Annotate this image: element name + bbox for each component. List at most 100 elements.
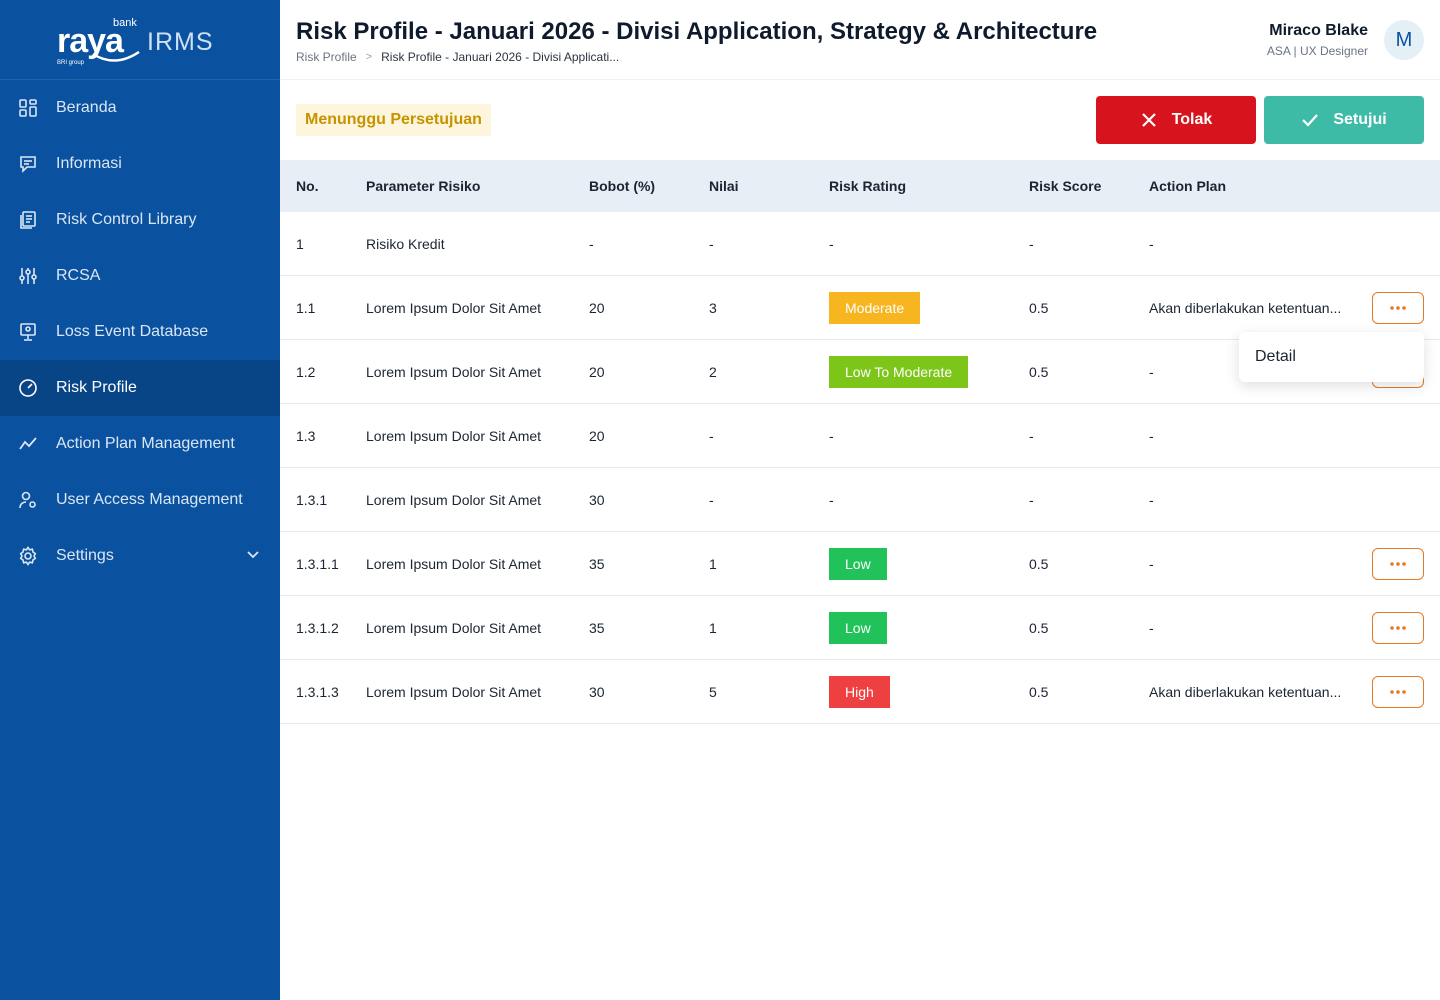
sidebar-item-user-access-management[interactable]: User Access Management	[0, 472, 280, 528]
cell-risk-rating: Low	[829, 532, 887, 596]
user-name: Miraco Blake	[1269, 22, 1368, 39]
cell-action-plan: Akan diberlakukan ketentuan...	[1149, 684, 1342, 700]
cell-action-plan: -	[1149, 428, 1154, 444]
cell-parameter: Lorem Ipsum Dolor Sit Amet	[366, 556, 542, 572]
status-badge: Menunggu Persetujuan	[296, 104, 491, 136]
column-header-parameter: Parameter Risiko	[366, 178, 481, 194]
chevron-down-icon[interactable]	[246, 548, 260, 562]
row-more-button[interactable]	[1372, 676, 1424, 708]
grid-icon	[18, 98, 38, 118]
column-header-risk-rating: Risk Rating	[829, 178, 907, 194]
table-row: 1.3.1.2 Lorem Ipsum Dolor Sit Amet 35 1 Low 0…	[280, 596, 1440, 660]
cell-nilai: -	[709, 236, 714, 252]
row-actions-menu: Detail	[1239, 332, 1424, 382]
cell-bobot: 20	[589, 428, 605, 444]
row-more-button[interactable]	[1372, 612, 1424, 644]
cell-nilai: 1	[709, 556, 717, 572]
cell-risk-score: 0.5	[1029, 620, 1049, 636]
risk-profile-table: No. Parameter Risiko Bobot (%) Nilai Ris…	[280, 160, 1440, 724]
brand-logo[interactable]: bank raya IRMS BRI group	[0, 0, 280, 80]
table-row: 1.1 Lorem Ipsum Dolor Sit Amet 20 3 Moderate…	[280, 276, 1440, 340]
cell-action-plan: -	[1149, 492, 1154, 508]
cell-risk-score: 0.5	[1029, 556, 1049, 572]
action-toolbar: Menunggu Persetujuan Tolak Setujui	[280, 80, 1440, 160]
svg-text:BRI group: BRI group	[57, 60, 85, 66]
cell-risk-rating: -	[829, 492, 834, 508]
row-more-button[interactable]	[1372, 548, 1424, 580]
column-header-bobot: Bobot (%)	[589, 178, 656, 194]
cell-bobot: -	[589, 236, 594, 252]
table-header: No. Parameter Risiko Bobot (%) Nilai Ris…	[280, 160, 1440, 212]
sidebar-item-settings[interactable]: Settings	[0, 528, 280, 584]
risk-rating-chip: Low	[829, 548, 887, 580]
cell-no: 1.3.1.2	[296, 620, 339, 636]
cell-no: 1	[296, 236, 304, 252]
sidebar-item-label: Action Plan Management	[56, 435, 235, 452]
raya-irms-logo-icon: bank raya IRMS BRI group	[57, 17, 214, 66]
cell-bobot: 35	[589, 556, 605, 572]
trend-icon	[18, 434, 38, 454]
cell-bobot: 20	[589, 364, 605, 380]
close-icon	[1141, 113, 1156, 127]
cell-risk-score: -	[1029, 428, 1034, 444]
reject-button-label: Tolak	[1171, 111, 1213, 128]
avatar[interactable]: M	[1384, 20, 1424, 60]
menu-item-detail[interactable]: Detail	[1255, 348, 1296, 366]
cell-no: 1.3.1.3	[296, 684, 339, 700]
approve-button[interactable]: Setujui	[1264, 96, 1424, 144]
cell-no: 1.3.1	[296, 492, 328, 508]
cell-action-plan: -	[1149, 620, 1154, 636]
sidebar-item-label: Risk Control Library	[56, 211, 197, 228]
cell-action-plan: -	[1149, 364, 1154, 380]
cell-nilai: 3	[709, 300, 717, 316]
more-horizontal-icon	[1390, 690, 1406, 694]
svg-text:IRMS: IRMS	[147, 28, 214, 56]
row-more-button[interactable]	[1372, 292, 1424, 324]
sidebar-item-label: Settings	[56, 547, 114, 564]
risk-rating-chip: Low	[829, 612, 887, 644]
user-gear-icon	[18, 490, 38, 510]
breadcrumb-separator: >	[365, 51, 373, 63]
sidebar-item-label: Risk Profile	[56, 379, 137, 396]
sidebar-item-label: Loss Event Database	[56, 323, 209, 340]
table-row: 1.3.1.3 Lorem Ipsum Dolor Sit Amet 30 5 High…	[280, 660, 1440, 724]
cell-nilai: -	[709, 428, 714, 444]
risk-rating-chip: Low To Moderate	[829, 356, 969, 388]
breadcrumb-root[interactable]: Risk Profile	[296, 50, 357, 64]
column-header-nilai: Nilai	[709, 178, 739, 194]
table-row: 1 Risiko Kredit - - - - -	[280, 212, 1440, 276]
sidebar-item-risk-profile[interactable]: Risk Profile	[0, 360, 280, 416]
cell-risk-rating: Moderate	[829, 276, 921, 340]
sidebar-nav: Beranda Informasi Risk Control Library R…	[0, 80, 280, 584]
sidebar-item-rcsa[interactable]: RCSA	[0, 248, 280, 304]
sidebar-item-loss-event-database[interactable]: Loss Event Database	[0, 304, 280, 360]
cell-risk-rating: -	[829, 428, 834, 444]
cell-no: 1.3.1.1	[296, 556, 339, 572]
cell-parameter: Risiko Kredit	[366, 236, 445, 252]
sidebar-item-risk-control-library[interactable]: Risk Control Library	[0, 192, 280, 248]
reject-button[interactable]: Tolak	[1096, 96, 1256, 144]
user-info[interactable]: Miraco Blake ASA | UX Designer	[1267, 22, 1368, 58]
more-horizontal-icon	[1390, 562, 1406, 566]
sidebar-item-label: Beranda	[56, 99, 117, 116]
cell-bobot: 30	[589, 684, 605, 700]
cell-parameter: Lorem Ipsum Dolor Sit Amet	[366, 428, 542, 444]
table-row: 1.3.1.1 Lorem Ipsum Dolor Sit Amet 35 1 Low 0…	[280, 532, 1440, 596]
cell-action-plan: -	[1149, 236, 1154, 252]
cell-risk-score: -	[1029, 236, 1034, 252]
sidebar-item-informasi[interactable]: Informasi	[0, 136, 280, 192]
sidebar-item-action-plan-management[interactable]: Action Plan Management	[0, 416, 280, 472]
sidebar-item-beranda[interactable]: Beranda	[0, 80, 280, 136]
cell-parameter: Lorem Ipsum Dolor Sit Amet	[366, 492, 542, 508]
cell-parameter: Lorem Ipsum Dolor Sit Amet	[366, 620, 542, 636]
risk-rating-chip: Moderate	[829, 292, 921, 324]
cell-risk-score: 0.5	[1029, 300, 1049, 316]
cell-no: 1.2	[296, 364, 316, 380]
cell-risk-score: -	[1029, 492, 1034, 508]
cell-parameter: Lorem Ipsum Dolor Sit Amet	[366, 364, 542, 380]
table-row: 1.3 Lorem Ipsum Dolor Sit Amet 20 - - - -	[280, 404, 1440, 468]
sidebar-item-label: Informasi	[56, 155, 122, 172]
cell-nilai: 5	[709, 684, 717, 700]
message-icon	[18, 154, 38, 174]
cell-no: 1.3	[296, 428, 316, 444]
